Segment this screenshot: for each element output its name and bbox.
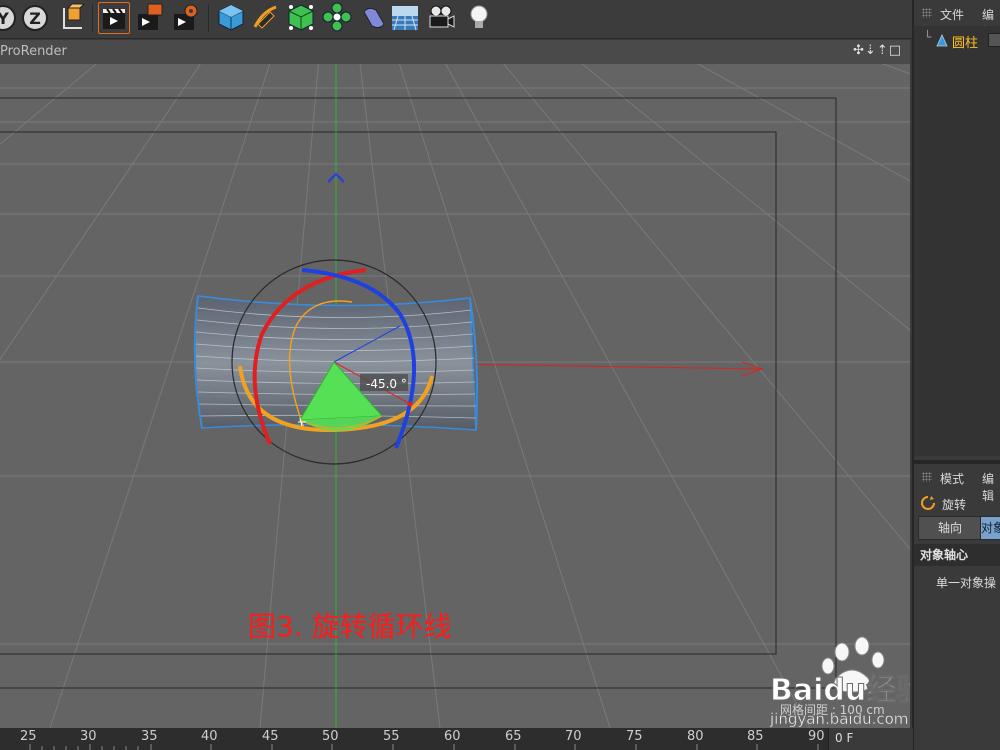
subdivision-generator-button[interactable]: [286, 2, 316, 32]
rotate-tool-icon: [920, 495, 936, 515]
object-row-cylinder[interactable]: └ 圆柱: [914, 30, 1000, 52]
timeline-tick: 70: [565, 729, 582, 744]
render-settings-button[interactable]: [170, 2, 200, 32]
axis-y-button[interactable]: Y: [0, 2, 18, 32]
current-frame-field[interactable]: 0 F: [828, 728, 913, 750]
timeline-tick: 45: [262, 729, 279, 744]
pen-spline-button[interactable]: [250, 2, 280, 32]
viewport-header: ProRender ✣⇣⇡□: [0, 40, 910, 64]
toolbar-separator: [208, 4, 209, 32]
subdivision-cube-icon: [288, 4, 314, 31]
timeline-tick: 55: [383, 729, 400, 744]
menu-mode[interactable]: 模式: [940, 470, 964, 487]
coordinate-system-icon: [63, 3, 86, 29]
viewport-navigation-icons[interactable]: ✣⇣⇡□: [853, 43, 902, 58]
tool-name: 旋转: [942, 498, 967, 512]
object-manager-menubar: 文件 编辑: [914, 0, 1000, 39]
panel-grip-icon[interactable]: [922, 472, 932, 482]
watermark-brand: Baidu经验: [770, 673, 910, 708]
viewport-canvas[interactable]: -45.0 ° 图3. 旋转循环线 网格间距 : 100 cm Baidu经验 …: [0, 64, 910, 728]
active-tool-row: 旋转: [914, 492, 1000, 514]
clapper-icon: [103, 8, 125, 29]
angle-readout: -45.0 °: [366, 377, 407, 391]
toolbar-separator: [92, 4, 93, 32]
object-list[interactable]: └ 圆柱: [914, 26, 1000, 456]
timeline-tick: 65: [505, 729, 522, 744]
menu-file[interactable]: 文件: [940, 6, 964, 23]
tree-branch-icon: └: [924, 30, 932, 44]
render-view-button[interactable]: [98, 2, 130, 34]
object-name[interactable]: 圆柱: [952, 32, 978, 51]
right-side-panel: 文件 编辑 └ 圆柱 模式 编辑 旋转 轴向 对象 对象轴心 单一对象操: [912, 0, 1000, 750]
timeline-tick: 90: [808, 729, 825, 744]
perspective-viewport[interactable]: -45.0 ° 图3. 旋转循环线 网格间距 : 100 cm Baidu经验 …: [0, 64, 910, 728]
cloner-array-button[interactable]: [322, 2, 352, 32]
svg-text:Z: Z: [29, 9, 41, 28]
timeline-tick: 30: [80, 729, 97, 744]
deformer-bend-icon: [363, 7, 385, 29]
object-visibility-toggle[interactable]: [988, 33, 1000, 47]
render-picture-viewer-button[interactable]: [134, 2, 164, 32]
coordinate-system-button[interactable]: [56, 2, 86, 32]
timeline-tick: 85: [747, 729, 764, 744]
cloner-icon: [322, 2, 352, 32]
light-button[interactable]: [464, 2, 494, 32]
attribute-manager-menubar: 模式 编辑: [914, 464, 1000, 503]
rotation-end-marker-icon: [407, 401, 413, 407]
timeline-tick: 35: [141, 729, 158, 744]
viewport-title: ProRender: [0, 44, 67, 59]
timeline-ruler[interactable]: 25 30 35 40 45 50 55 60 65 70 75 80 85 9…: [0, 728, 912, 750]
timeline-tick: 80: [687, 729, 704, 744]
lightbulb-icon: [470, 5, 488, 28]
camera-button[interactable]: [426, 2, 456, 32]
tab-axis[interactable]: 轴向: [918, 516, 982, 540]
timeline-tick: 50: [322, 729, 339, 744]
floor-environment-button[interactable]: [390, 2, 420, 32]
svg-text:Y: Y: [0, 9, 9, 28]
picture-viewer-icon: [138, 3, 163, 30]
cylinder-object-icon: [936, 33, 948, 52]
pen-icon: [253, 5, 277, 29]
watermark-url: jingyan.baidu.com: [769, 710, 908, 728]
cube-icon: [218, 4, 244, 31]
tab-object[interactable]: 对象: [980, 516, 1000, 540]
timeline-tick: 60: [444, 729, 461, 744]
timeline-tick: 25: [20, 729, 37, 744]
timeline-tick-marks: [29, 744, 819, 750]
section-title[interactable]: 对象轴心: [914, 544, 1000, 566]
current-frame-value: 0 F: [835, 731, 854, 745]
deformer-button[interactable]: [358, 2, 388, 32]
axis-y-icon: Y: [0, 5, 16, 31]
figure-caption: 图3. 旋转循环线: [248, 610, 452, 643]
option-label: 单一对象操: [936, 576, 997, 590]
axis-z-button[interactable]: Z: [20, 2, 50, 32]
main-toolbar: Y Z: [0, 0, 912, 39]
panel-grip-icon[interactable]: [922, 8, 932, 18]
render-settings-gear-icon: [174, 4, 198, 30]
axis-z-icon: Z: [22, 5, 48, 31]
floor-grid-icon: [392, 6, 418, 31]
timeline-tick: 75: [626, 729, 643, 744]
cube-object-button[interactable]: [216, 2, 246, 32]
timeline-tick: 40: [201, 729, 218, 744]
camera-icon: [429, 5, 455, 28]
